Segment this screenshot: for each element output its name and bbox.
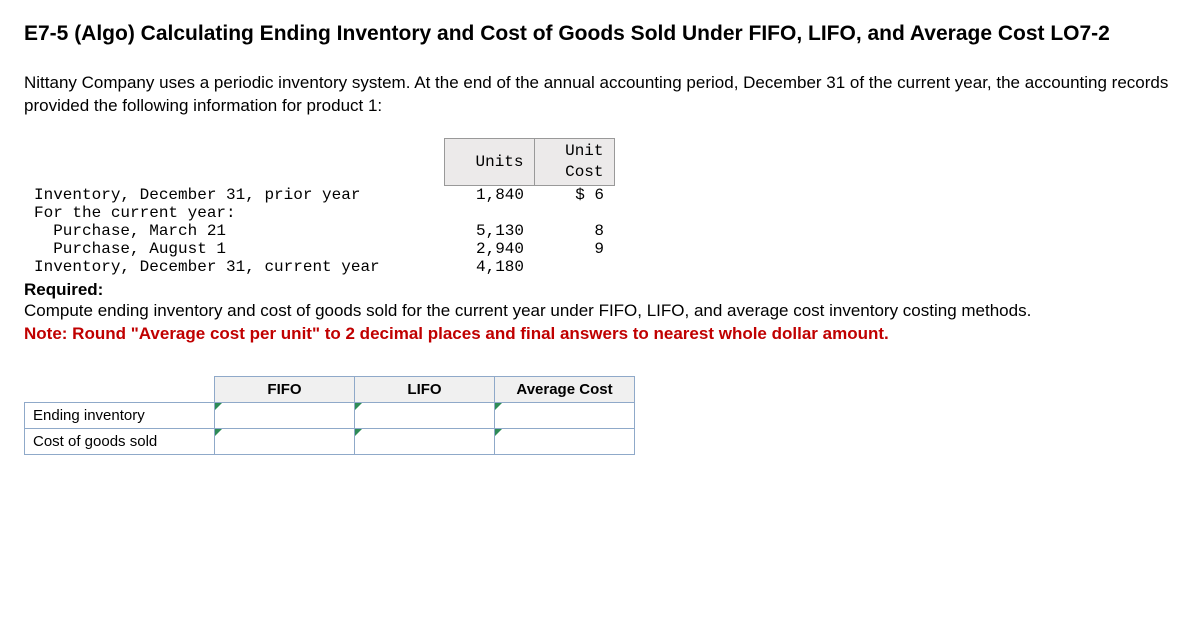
input-cogs-fifo[interactable] <box>215 428 355 454</box>
table-row: Purchase, March 21 5,130 8 <box>24 222 614 240</box>
table-row: For the current year: <box>24 204 614 222</box>
header-units: Units <box>444 139 534 186</box>
inventory-data-table: Units Unit Cost Inventory, December 31, … <box>24 138 615 276</box>
corner-triangle-icon <box>495 429 502 436</box>
corner-triangle-icon <box>355 403 362 410</box>
header-unit-cost: Unit Cost <box>534 139 614 186</box>
answer-header-fifo: FIFO <box>215 376 355 402</box>
note-text: Note: Round "Average cost per unit" to 2… <box>24 323 1176 346</box>
input-ending-lifo[interactable] <box>355 402 495 428</box>
corner-triangle-icon <box>495 403 502 410</box>
table-row: Purchase, August 1 2,940 9 <box>24 240 614 258</box>
table-row: Inventory, December 31, prior year 1,840… <box>24 185 614 204</box>
table-row: Inventory, December 31, current year 4,1… <box>24 258 614 276</box>
corner-triangle-icon <box>215 429 222 436</box>
required-label: Required: <box>24 280 1176 300</box>
problem-title: E7-5 (Algo) Calculating Ending Inventory… <box>24 20 1176 48</box>
row-label-ending-inventory: Ending inventory <box>25 402 215 428</box>
input-cogs-avg[interactable] <box>495 428 635 454</box>
problem-description: Nittany Company uses a periodic inventor… <box>24 72 1176 118</box>
required-text: Compute ending inventory and cost of goo… <box>24 300 1176 323</box>
corner-triangle-icon <box>215 403 222 410</box>
input-ending-fifo[interactable] <box>215 402 355 428</box>
row-label-cogs: Cost of goods sold <box>25 428 215 454</box>
answer-input-table: FIFO LIFO Average Cost Ending inventory … <box>24 376 635 455</box>
answer-header-lifo: LIFO <box>355 376 495 402</box>
answer-header-avg: Average Cost <box>495 376 635 402</box>
corner-triangle-icon <box>355 429 362 436</box>
input-cogs-lifo[interactable] <box>355 428 495 454</box>
input-ending-avg[interactable] <box>495 402 635 428</box>
